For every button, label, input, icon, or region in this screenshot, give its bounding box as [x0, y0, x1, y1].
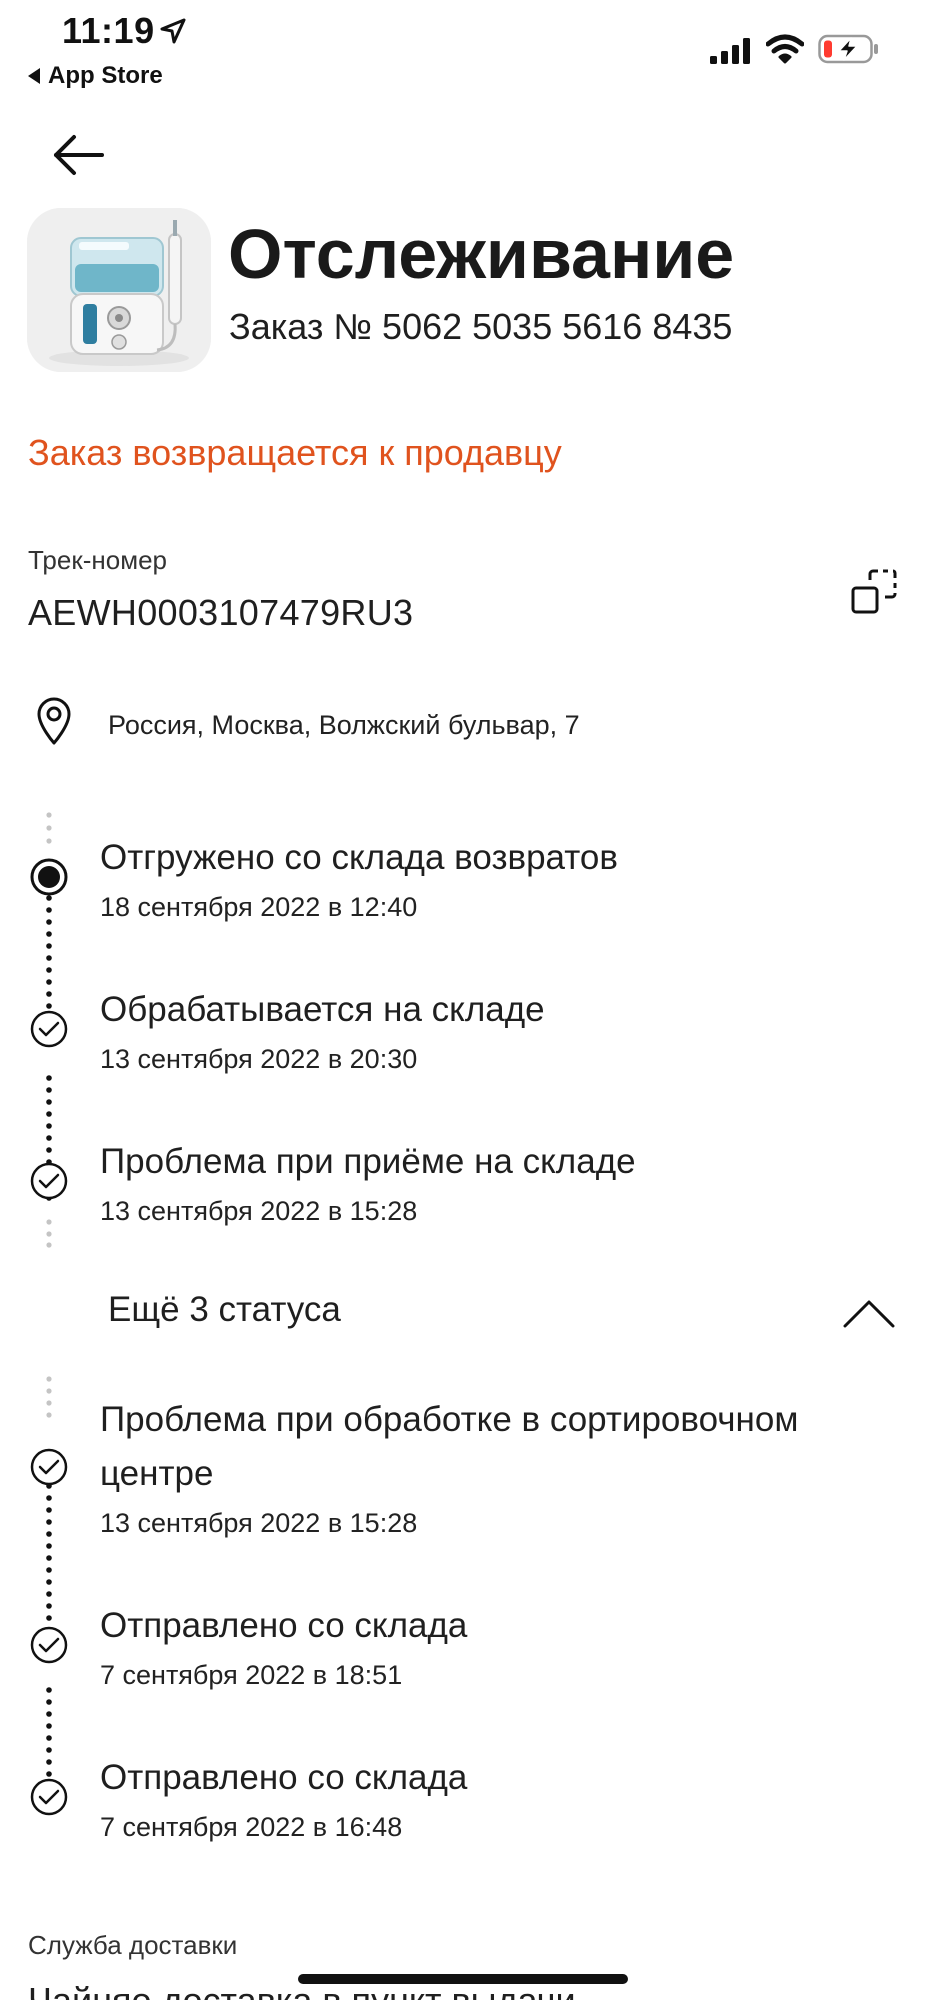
- check-circle-icon: [30, 1778, 68, 1816]
- more-statuses-toggle[interactable]: Ещё 3 статуса: [108, 1290, 341, 1330]
- tracking-screen: 11:19 App Store Отслеживание Заказ № 506…: [0, 0, 925, 2000]
- cellular-signal-icon: [710, 38, 750, 64]
- wifi-icon: [766, 34, 804, 64]
- event-title: Отправлено со склада: [100, 1606, 468, 1645]
- event-date: 13 сентября 2022 в 15:28: [100, 1196, 418, 1226]
- battery-icon: [818, 34, 878, 64]
- water-flosser-image: [27, 208, 211, 372]
- status-time: 11:19: [62, 10, 155, 51]
- product-thumbnail[interactable]: [27, 208, 211, 372]
- chevron-up-icon[interactable]: [842, 1294, 896, 1330]
- event-title: Отправлено со склада: [100, 1758, 468, 1797]
- current-status-icon: [30, 858, 68, 896]
- order-status: Заказ возвращается к продавцу: [28, 432, 562, 473]
- back-to-app-store[interactable]: App Store: [28, 62, 163, 90]
- event-date: 7 сентября 2022 в 16:48: [100, 1812, 403, 1842]
- tracking-number: AEWH0003107479RU3: [28, 592, 414, 633]
- location-arrow-icon: [160, 18, 186, 44]
- order-number: Заказ № 5062 5035 5616 8435: [229, 306, 733, 347]
- event-title: Проблема при обработке в сортировочном ц…: [100, 1400, 799, 1493]
- event-title: Обрабатывается на складе: [100, 990, 545, 1029]
- check-circle-icon: [30, 1162, 68, 1200]
- check-circle-icon: [30, 1010, 68, 1048]
- check-circle-icon: [30, 1626, 68, 1664]
- back-triangle-icon: [28, 68, 40, 84]
- timeline-connector-bottom: [46, 1376, 52, 1789]
- home-indicator[interactable]: [298, 1974, 628, 1984]
- event-title: Отгружено со склада возвратов: [100, 838, 618, 877]
- location-pin-icon: [37, 697, 71, 745]
- page-title: Отслеживание: [228, 215, 735, 293]
- delivery-service-label: Служба доставки: [28, 1930, 238, 1960]
- back-app-label: App Store: [48, 62, 163, 89]
- event-date: 13 сентября 2022 в 15:28: [100, 1508, 418, 1538]
- back-arrow-icon[interactable]: [52, 130, 106, 180]
- event-title: Проблема при приёме на складе: [100, 1142, 636, 1181]
- event-date: 13 сентября 2022 в 20:30: [100, 1044, 418, 1074]
- copy-icon[interactable]: [850, 568, 898, 616]
- event-date: 7 сентября 2022 в 18:51: [100, 1660, 403, 1690]
- delivery-address: Россия, Москва, Волжский бульвар, 7: [108, 710, 580, 740]
- tracking-label: Трек-номер: [28, 545, 167, 575]
- event-date: 18 сентября 2022 в 12:40: [100, 892, 418, 922]
- check-circle-icon: [30, 1448, 68, 1486]
